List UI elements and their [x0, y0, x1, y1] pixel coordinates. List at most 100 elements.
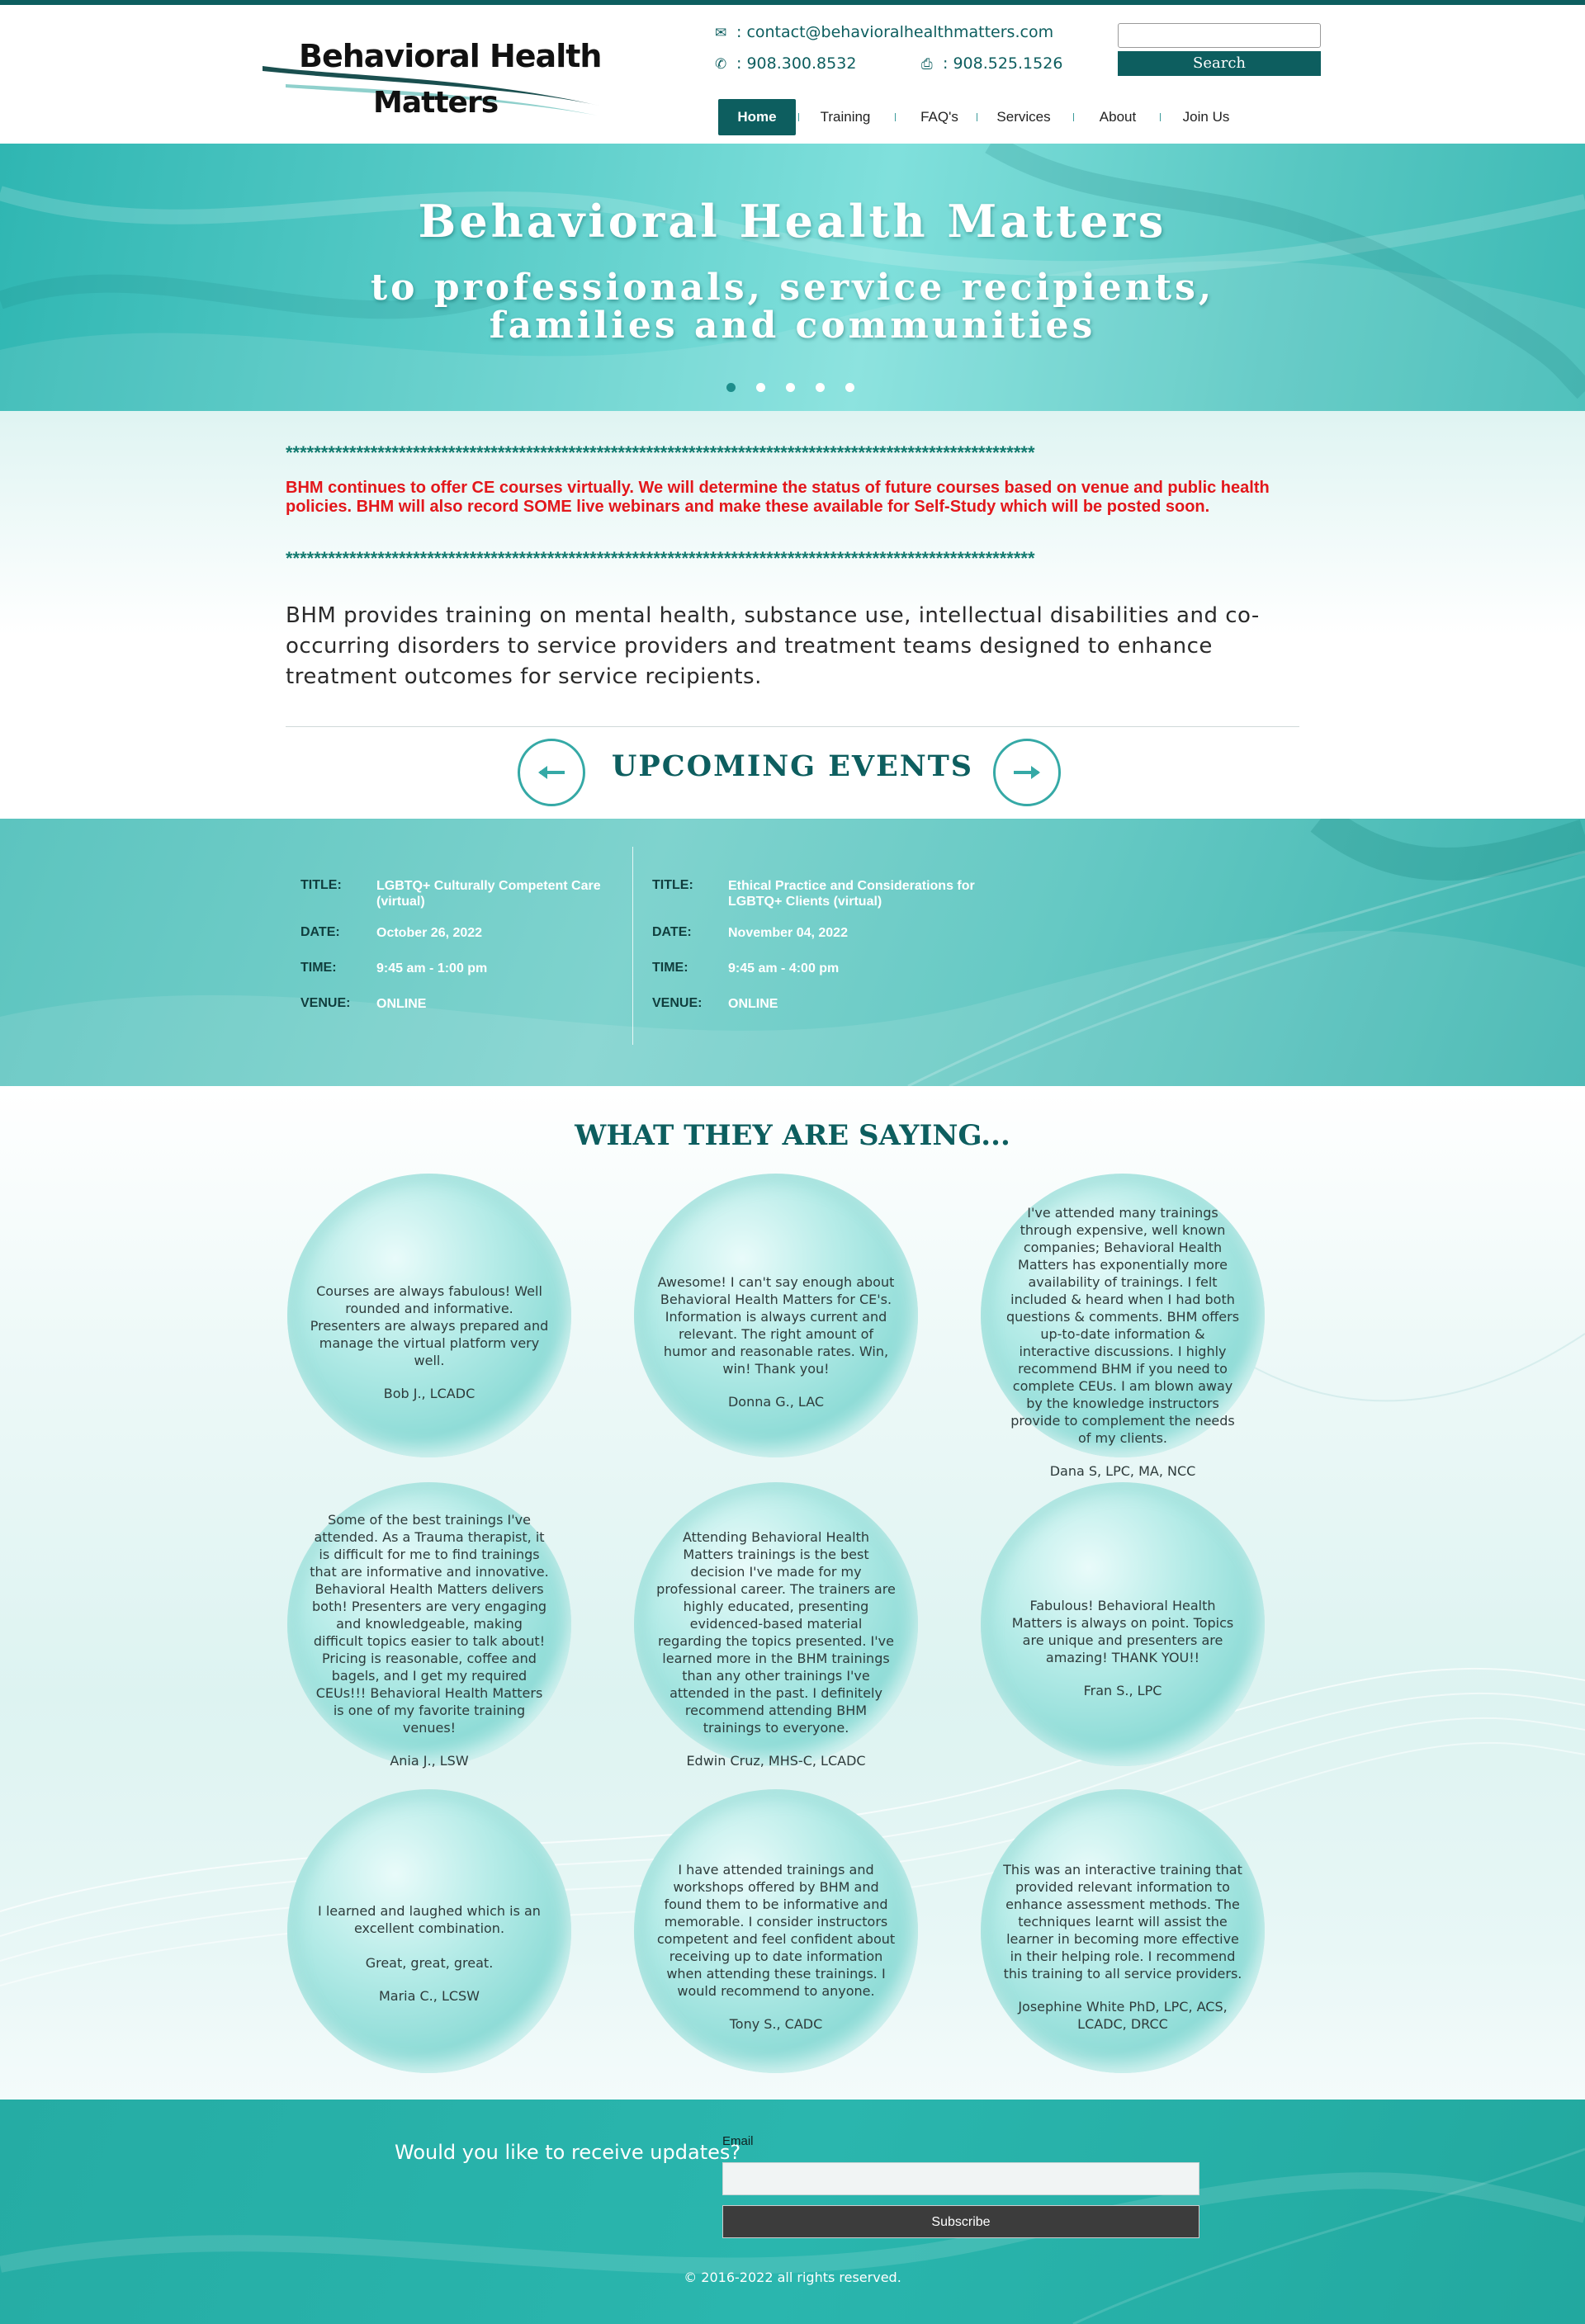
- nav-faqs[interactable]: FAQ's: [905, 99, 974, 135]
- event-venue: ONLINE: [728, 997, 778, 1011]
- notice-text: BHM continues to offer CE courses virtua…: [286, 479, 1270, 516]
- nav-about[interactable]: About: [1083, 99, 1152, 135]
- newsletter-email-input[interactable]: [722, 2162, 1199, 2195]
- newsletter-email-label: Email: [722, 2134, 754, 2148]
- hero-subtitle-line2: families and communities: [489, 305, 1096, 347]
- nav-separator: [1073, 113, 1074, 121]
- event-venue-label: VENUE:: [300, 996, 351, 1010]
- intro-paragraph: BHM provides training on mental health, …: [286, 603, 1260, 689]
- nav-home[interactable]: Home: [718, 99, 796, 135]
- contact-fax: ⎙ : 908.525.1526: [921, 54, 1062, 73]
- event-card[interactable]: TITLE: Ethical Practice and Consideratio…: [652, 819, 999, 1086]
- testimonial-quote: This was an interactive training that pr…: [1003, 1862, 1242, 1982]
- testimonial-quote: Courses are always fabulous! Well rounde…: [310, 1283, 549, 1368]
- events-prev-button[interactable]: [518, 739, 585, 806]
- slider-dot-1[interactable]: [726, 383, 736, 392]
- slider-dot-4[interactable]: [816, 383, 825, 392]
- search-button[interactable]: Search: [1118, 51, 1321, 76]
- testimonial-quote: Some of the best trainings I've attended…: [310, 1512, 549, 1736]
- nav-join-us[interactable]: Join Us: [1171, 99, 1242, 135]
- testimonial-author: Bob J., LCADC: [383, 1386, 476, 1401]
- testimonial-author: Fran S., LPC: [1083, 1683, 1162, 1698]
- nav-separator: [798, 113, 799, 121]
- logo-text-line2: Matters: [373, 86, 499, 120]
- event-separator: [632, 847, 633, 1045]
- testimonial-quote: Attending Behavioral Health Matters trai…: [656, 1529, 896, 1736]
- phone-icon: ✆: [715, 56, 727, 73]
- site-logo[interactable]: Behavioral Health Matters: [261, 35, 602, 134]
- testimonial-quote: Fabulous! Behavioral Health Matters is a…: [1011, 1598, 1234, 1665]
- event-date-label: DATE:: [652, 925, 692, 939]
- newsletter-prompt: Would you like to receive updates?: [395, 2141, 741, 2164]
- slider-dot-5[interactable]: [845, 383, 854, 392]
- contact-email[interactable]: ✉ : contact@behavioralhealthmatters.com: [715, 23, 1053, 41]
- testimonial-author: Edwin Cruz, MHS-C, LCADC: [686, 1753, 866, 1769]
- testimonial-quote: Awesome! I can't say enough about Behavi…: [657, 1274, 895, 1377]
- notice-stars-bottom: ****************************************…: [286, 548, 1035, 569]
- events-section: TITLE: LGBTQ+ Culturally Competent Care …: [0, 819, 1585, 1086]
- slider-dot-2[interactable]: [756, 383, 765, 392]
- copyright-text: © 2016-2022 all rights reserved.: [684, 2270, 901, 2285]
- hero-subtitle: to professionals, service recipients, fa…: [0, 269, 1585, 345]
- contact-phone-text: : 908.300.8532: [736, 54, 857, 73]
- nav-separator: [1160, 113, 1161, 121]
- nav-training[interactable]: Training: [807, 99, 883, 135]
- testimonial-author: Donna G., LAC: [727, 1394, 825, 1410]
- nav-separator: [895, 113, 896, 121]
- event-date-label: DATE:: [300, 925, 340, 939]
- testimonial-author: Tony S., CADC: [729, 2016, 823, 2032]
- notice-stars-top: ****************************************…: [286, 442, 1035, 463]
- subscribe-button[interactable]: Subscribe: [722, 2205, 1199, 2238]
- testimonial: I've attended many trainings through exp…: [1003, 1187, 1242, 1497]
- contact-email-text: : contact@behavioralhealthmatters.com: [736, 23, 1054, 41]
- testimonials-section: WHAT THEY ARE SAYING... Courses are alwa…: [0, 1086, 1585, 2100]
- fax-icon: ⎙: [921, 56, 933, 73]
- event-venue: ONLINE: [376, 997, 427, 1011]
- testimonial-quote: I have attended trainings and workshops …: [656, 1862, 896, 1999]
- event-date: October 26, 2022: [376, 926, 483, 940]
- testimonial-quote: I've attended many trainings through exp…: [1005, 1205, 1240, 1446]
- arrow-right-icon: [1014, 766, 1040, 779]
- testimonial: Fabulous! Behavioral Health Matters is a…: [1003, 1580, 1242, 1717]
- contact-phone[interactable]: ✆ : 908.300.8532: [715, 54, 856, 73]
- intro-section: ****************************************…: [0, 411, 1585, 819]
- testimonial: This was an interactive training that pr…: [1003, 1844, 1242, 2050]
- testimonial-author: Dana S, LPC, MA, NCC: [1049, 1463, 1196, 1479]
- testimonial: Attending Behavioral Health Matters trai…: [656, 1511, 896, 1787]
- hero-subtitle-line1: to professionals, service recipients,: [370, 267, 1215, 309]
- testimonial: Awesome! I can't say enough about Behavi…: [656, 1256, 896, 1428]
- event-time: 9:45 am - 1:00 pm: [376, 961, 488, 975]
- testimonial-quote: I learned and laughed which is an excell…: [318, 1903, 541, 1971]
- event-title[interactable]: Ethical Practice and Considerations for …: [728, 878, 992, 909]
- search-input[interactable]: [1118, 23, 1321, 48]
- event-time-label: TIME:: [300, 961, 337, 975]
- testimonial-author: Ania J., LSW: [390, 1753, 469, 1769]
- hero-title: Behavioral Health Matters: [418, 195, 1167, 248]
- event-date: November 04, 2022: [728, 926, 848, 940]
- event-time-label: TIME:: [652, 961, 688, 975]
- events-heading: UPCOMING EVENTS: [611, 749, 974, 783]
- events-next-button[interactable]: [993, 739, 1061, 806]
- envelope-icon: ✉: [715, 25, 727, 41]
- hero-slider: Behavioral Health Matters to professiona…: [0, 144, 1585, 411]
- site-footer: Would you like to receive updates? Email…: [0, 2100, 1585, 2324]
- event-title-label: TITLE:: [652, 878, 693, 892]
- testimonials-heading: WHAT THEY ARE SAYING...: [575, 1119, 1010, 1152]
- testimonial-author: Josephine White PhD, LPC, ACS, LCADC, DR…: [1018, 1999, 1228, 2032]
- logo-text-line1: Behavioral Health: [299, 38, 602, 74]
- event-venue-label: VENUE:: [652, 996, 703, 1010]
- testimonial: I learned and laughed which is an excell…: [310, 1885, 549, 2022]
- nav-services[interactable]: Services: [986, 99, 1062, 135]
- event-time: 9:45 am - 4:00 pm: [728, 961, 840, 975]
- event-card[interactable]: TITLE: LGBTQ+ Culturally Competent Care …: [300, 819, 647, 1086]
- slider-dot-3[interactable]: [786, 383, 795, 392]
- section-divider: [286, 726, 1299, 727]
- testimonial: Some of the best trainings I've attended…: [310, 1494, 549, 1787]
- event-title[interactable]: LGBTQ+ Culturally Competent Care (virtua…: [376, 878, 641, 909]
- testimonial: Courses are always fabulous! Well rounde…: [310, 1265, 549, 1419]
- testimonial: I have attended trainings and workshops …: [656, 1844, 896, 2050]
- event-title-label: TITLE:: [300, 878, 342, 892]
- testimonial-author: Maria C., LCSW: [378, 1988, 480, 2004]
- arrow-left-icon: [538, 766, 565, 779]
- contact-fax-text: : 908.525.1526: [943, 54, 1063, 73]
